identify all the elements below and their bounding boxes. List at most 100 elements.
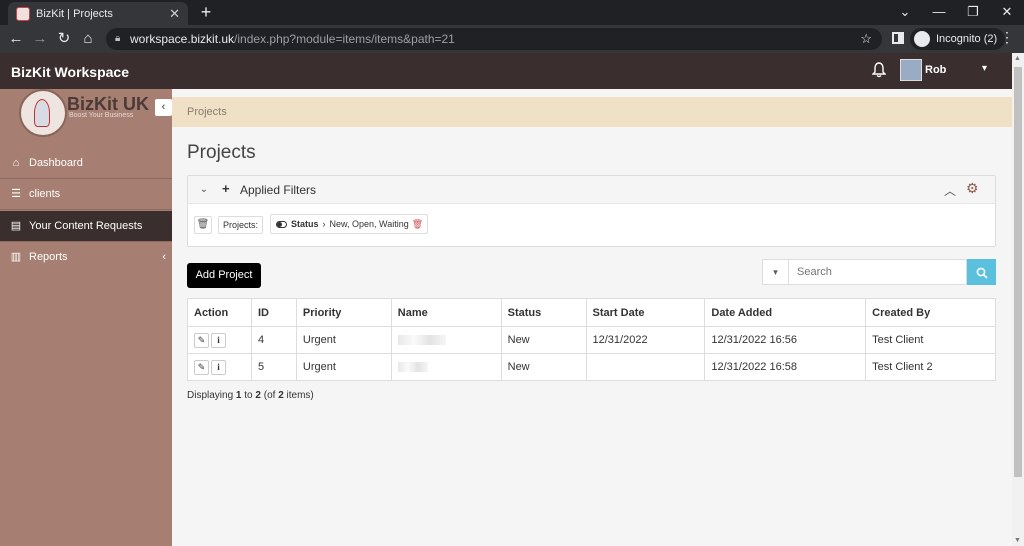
filter-entity-label[interactable]: Projects: xyxy=(218,216,264,234)
incognito-icon xyxy=(914,31,930,47)
back-icon[interactable]: ← xyxy=(6,29,26,49)
lock-icon: 🔒︎ xyxy=(115,33,121,44)
forward-icon[interactable]: → xyxy=(30,29,50,49)
tab-close-icon[interactable]: ✕ xyxy=(169,6,180,22)
column-header-action: Action xyxy=(187,298,252,327)
cell-name[interactable] xyxy=(390,326,502,354)
chevron-down-icon[interactable]: ⌄ xyxy=(196,182,212,198)
table-row[interactable]: ✎ i 4 Urgent New 12/31/2022 12/31/2022 16… xyxy=(187,326,996,354)
pagination-info: Displaying 1 to 2 (of 2 items) xyxy=(187,390,314,401)
search-button[interactable] xyxy=(967,259,996,285)
chevron-right-icon: › xyxy=(322,219,326,229)
pager-to-word: to xyxy=(244,390,253,401)
home-icon: ⌂ xyxy=(12,157,20,169)
home-browser-icon[interactable]: ⌂ xyxy=(78,29,98,49)
reload-icon[interactable]: ↻ xyxy=(54,29,74,49)
minimize-icon[interactable]: — xyxy=(922,0,956,25)
chevron-left-icon: ‹ xyxy=(162,251,166,263)
close-window-icon[interactable]: ✕ xyxy=(990,0,1024,25)
column-header-date-added[interactable]: Date Added xyxy=(704,298,867,327)
filter-value: New, Open, Waiting xyxy=(329,219,409,229)
bookmark-star-icon[interactable]: ☆ xyxy=(860,28,872,50)
filters-panel: ⌄ + Applied Filters ︿ ⚙ 🗑︎ Projects: Sta… xyxy=(187,175,996,247)
side-panel-icon[interactable] xyxy=(892,32,904,44)
add-filter-icon[interactable]: + xyxy=(222,181,230,196)
restore-icon[interactable]: ❐ xyxy=(956,0,990,25)
scroll-down-icon[interactable]: ▼ xyxy=(1014,537,1021,544)
incognito-indicator[interactable]: Incognito (2) xyxy=(910,28,1006,50)
browser-tab[interactable]: BizKit | Projects ✕ xyxy=(8,2,188,25)
toggle-icon[interactable] xyxy=(276,220,287,228)
pager-prefix: Displaying xyxy=(187,390,234,401)
filter-chip-status[interactable]: Status › New, Open, Waiting 🗑︎ xyxy=(270,214,429,234)
edit-icon[interactable]: ✎ xyxy=(194,332,209,348)
logo[interactable]: BizKit UK Boost Your Business xyxy=(17,89,167,141)
column-header-start-date[interactable]: Start Date xyxy=(585,298,706,327)
cell-id: 4 xyxy=(250,326,297,354)
incognito-label: Incognito (2) xyxy=(936,33,998,45)
scrollbar-thumb[interactable] xyxy=(1014,67,1022,477)
list-icon: ☰ xyxy=(11,188,21,200)
column-header-status[interactable]: Status xyxy=(500,298,587,327)
cell-id: 5 xyxy=(250,353,297,381)
tab-search-icon[interactable]: ⌄ xyxy=(888,0,922,25)
page-title: Projects xyxy=(187,142,256,163)
filter-field: Status xyxy=(291,219,319,229)
user-name[interactable]: Rob xyxy=(925,64,946,76)
redacted-name xyxy=(397,335,446,346)
cell-date-added: 12/31/2022 16:58 xyxy=(704,353,867,381)
search-icon xyxy=(976,267,988,279)
sidebar-item-label: Dashboard xyxy=(29,157,83,169)
filters-header: ⌄ + Applied Filters ︿ ⚙ xyxy=(188,176,995,204)
new-tab-button[interactable]: + xyxy=(196,2,216,22)
search-input[interactable] xyxy=(789,259,967,285)
cell-name[interactable] xyxy=(390,353,502,381)
avatar[interactable] xyxy=(900,59,922,81)
browser-tabstrip: BizKit | Projects ✕ + ⌄ — ❐ ✕ xyxy=(0,0,1024,25)
cell-status: New xyxy=(500,353,587,381)
sidebar-collapse-button[interactable]: ‹ xyxy=(155,99,172,116)
delete-filter-icon[interactable]: 🗑︎ xyxy=(412,215,423,233)
sidebar-item-content-requests[interactable]: ▤ Your Content Requests xyxy=(0,211,172,242)
cell-priority: Urgent xyxy=(295,326,392,354)
info-icon[interactable]: i xyxy=(211,332,226,348)
bell-icon[interactable] xyxy=(872,62,886,78)
browser-toolbar: ← → ↻ ⌂ 🔒︎ workspace.bizkit.uk/index.php… xyxy=(0,25,1024,53)
edit-icon[interactable]: ✎ xyxy=(194,359,209,375)
rocket-icon xyxy=(34,99,50,127)
column-header-name[interactable]: Name xyxy=(390,298,502,327)
table-row[interactable]: ✎ i 5 Urgent New 12/31/2022 16:58 Test Cl… xyxy=(187,353,996,381)
breadcrumb[interactable]: Projects xyxy=(172,97,1012,127)
sidebar: BizKit UK Boost Your Business ‹ ⌂ Dashbo… xyxy=(0,89,172,546)
row-actions: ✎ i xyxy=(187,326,252,354)
sidebar-item-label: clients xyxy=(29,188,61,200)
sidebar-item-label: Your Content Requests xyxy=(29,220,143,232)
sidebar-item-clients[interactable]: ☰ clients xyxy=(0,179,172,210)
column-header-id[interactable]: ID xyxy=(250,298,297,327)
pager-suffix: items) xyxy=(286,390,314,401)
info-icon[interactable]: i xyxy=(211,359,226,375)
search-options-dropdown[interactable]: ▾ xyxy=(762,259,789,285)
trash-icon[interactable]: 🗑︎ xyxy=(194,216,212,234)
search-group: ▾ xyxy=(762,259,996,285)
url-path: /index.php?module=items/items&path=21 xyxy=(234,32,455,46)
add-project-button[interactable]: Add Project xyxy=(187,263,261,288)
column-header-priority[interactable]: Priority xyxy=(295,298,392,327)
main-content: Projects Projects ⌄ + Applied Filters ︿ … xyxy=(172,89,1012,546)
app-brand[interactable]: BizKit Workspace xyxy=(11,64,129,80)
browser-menu-icon[interactable]: ⋮ xyxy=(1000,29,1014,46)
url-host: workspace.bizkit.uk xyxy=(130,32,235,46)
page-scrollbar[interactable]: ▲ ▼ xyxy=(1012,53,1024,546)
sidebar-item-label: Reports xyxy=(29,251,68,263)
logo-tagline: Boost Your Business xyxy=(69,112,134,119)
chevron-down-icon[interactable]: ▾ xyxy=(982,63,987,74)
chevron-up-icon[interactable]: ︿ xyxy=(944,182,956,199)
sidebar-item-reports[interactable]: ▥ Reports ‹ xyxy=(0,242,172,273)
column-header-created-by[interactable]: Created By xyxy=(865,298,996,327)
filters-title: Applied Filters xyxy=(240,183,317,197)
scroll-up-icon[interactable]: ▲ xyxy=(1014,55,1021,62)
gear-icon[interactable]: ⚙ xyxy=(966,180,979,197)
address-bar[interactable]: 🔒︎ workspace.bizkit.uk/index.php?module=… xyxy=(106,28,882,50)
sidebar-item-dashboard[interactable]: ⌂ Dashboard xyxy=(0,148,172,179)
cell-status: New xyxy=(500,326,587,354)
